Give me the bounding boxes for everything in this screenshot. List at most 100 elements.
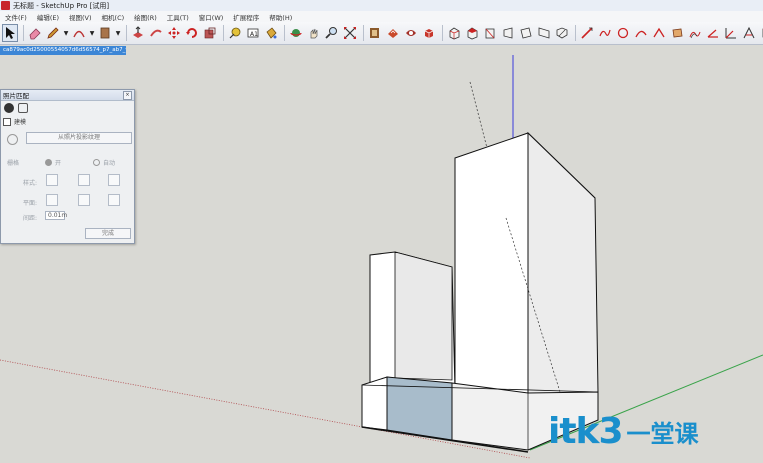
scene-tab[interactable]: ca879ac0d25000554057d6d56574_p7_ab7_ws47 <box>0 46 126 55</box>
right-view-icon <box>503 27 513 39</box>
svg-text:A1: A1 <box>250 31 258 38</box>
arc-icon <box>73 30 85 38</box>
zoom-icon <box>325 27 337 39</box>
menu-extensions[interactable]: 扩展程序 <box>228 12 264 22</box>
done-button[interactable]: 完成 <box>85 228 131 239</box>
dimension-tool-button[interactable] <box>759 24 763 42</box>
plane-2-icon[interactable] <box>78 194 90 206</box>
camera-guide-top <box>469 81 488 149</box>
model-checkbox-row[interactable]: 建模 <box>3 117 26 126</box>
menu-tools[interactable]: 工具(T) <box>162 12 194 22</box>
grid-on-radio[interactable]: 开 <box>45 158 61 167</box>
rectangle-tool-button[interactable] <box>97 24 113 42</box>
freehand-tool-button[interactable] <box>597 24 613 42</box>
menu-camera[interactable]: 相机(C) <box>97 12 130 22</box>
text-tool-button[interactable]: A1 <box>245 24 261 42</box>
grid-auto-radio[interactable]: 自动 <box>93 158 115 167</box>
arc-3pt-tool-button[interactable] <box>633 24 649 42</box>
line-tool-button[interactable] <box>579 24 595 42</box>
axes-tool-button[interactable] <box>723 24 739 42</box>
rotate-tool-button[interactable] <box>184 24 200 42</box>
view-bottom-button[interactable] <box>554 24 570 42</box>
watermark-cn: 一堂课 <box>626 420 699 448</box>
components-button[interactable] <box>367 24 383 42</box>
select-tool-button[interactable] <box>2 24 18 42</box>
materials-button[interactable] <box>385 24 401 42</box>
menu-draw[interactable]: 绘图(R) <box>129 12 162 22</box>
view-right-button[interactable] <box>500 24 516 42</box>
freehand-icon <box>599 29 611 37</box>
grid-style-1-icon[interactable] <box>46 174 58 186</box>
target-mode-icon[interactable] <box>4 103 14 113</box>
plane-1-icon[interactable] <box>46 194 58 206</box>
plane-label: 平面: <box>23 200 38 207</box>
paint-bucket-tool-button[interactable] <box>263 24 279 42</box>
orbit-icon <box>290 29 302 37</box>
radio-off-icon <box>93 159 100 166</box>
arc-tool-button[interactable] <box>71 24 87 42</box>
orbit-tool-button[interactable] <box>288 24 304 42</box>
model-checkbox[interactable] <box>3 117 11 126</box>
pencil-tool-button[interactable] <box>45 24 61 42</box>
spacing-input[interactable]: 0.01m <box>45 211 67 220</box>
box-view-button[interactable] <box>421 24 437 42</box>
toolbar-separator <box>284 25 285 41</box>
arc-3pt-icon <box>635 30 647 38</box>
text-icon: A1 <box>247 28 259 38</box>
zoom-extents-icon <box>344 27 356 39</box>
toolbar-separator <box>442 25 443 41</box>
project-texture-button[interactable]: 从照片投影纹理 <box>26 132 132 144</box>
view-back-button[interactable] <box>518 24 534 42</box>
front-view-icon <box>485 28 495 39</box>
view-top-button[interactable] <box>464 24 480 42</box>
zoom-extents-tool-button[interactable] <box>342 24 358 42</box>
rotate-icon <box>186 28 197 38</box>
view-front-button[interactable] <box>482 24 498 42</box>
offset-tool-button[interactable] <box>687 24 703 42</box>
grid-auto-label: 自动 <box>103 160 116 167</box>
view-iso-button[interactable] <box>446 24 462 42</box>
menu-help[interactable]: 帮助(H) <box>264 12 297 22</box>
grid-style-3-icon[interactable] <box>108 174 120 186</box>
styles-button[interactable] <box>403 24 419 42</box>
tape-measure-tool-button[interactable] <box>227 24 243 42</box>
pencil-dropdown-arrow[interactable]: ▼ <box>63 24 69 42</box>
tape-measure-icon <box>229 27 241 39</box>
menu-view[interactable]: 视图(V) <box>64 12 97 22</box>
eraser-tool-button[interactable] <box>27 24 43 42</box>
scale-icon <box>204 27 216 39</box>
tower-block-side <box>527 131 599 399</box>
view-left-button[interactable] <box>536 24 552 42</box>
push-pull-tool-button[interactable] <box>130 24 146 42</box>
grid-style-2-icon[interactable] <box>78 174 90 186</box>
move-tool-button[interactable] <box>166 24 182 42</box>
menu-file[interactable]: 文件(F) <box>0 12 32 22</box>
circle-tool-button[interactable] <box>615 24 631 42</box>
polygon-tool-button[interactable] <box>669 24 685 42</box>
menu-window[interactable]: 窗口(W) <box>194 12 229 22</box>
plane-3-icon[interactable] <box>108 194 120 206</box>
arc-dropdown-arrow[interactable]: ▼ <box>89 24 95 42</box>
panel-mode-icons <box>4 103 28 113</box>
section-plane-tool-button[interactable] <box>741 24 757 42</box>
line-icon <box>581 27 593 39</box>
scale-tool-button[interactable] <box>202 24 218 42</box>
settings-gear-icon[interactable] <box>18 103 28 113</box>
protractor-tool-button[interactable] <box>705 24 721 42</box>
crosshair-icon <box>7 134 18 145</box>
follow-me-tool-button[interactable] <box>148 24 164 42</box>
pan-tool-button[interactable] <box>306 24 322 42</box>
toolbar-separator <box>126 25 127 41</box>
follow-me-icon <box>150 29 162 37</box>
rectangle-dropdown-arrow[interactable]: ▼ <box>115 24 121 42</box>
pie-tool-button[interactable] <box>651 24 667 42</box>
menu-edit[interactable]: 编辑(E) <box>32 12 64 22</box>
zoom-tool-button[interactable] <box>324 24 340 42</box>
pie-icon <box>653 27 665 38</box>
bottom-view-icon <box>556 27 568 39</box>
iso-view-icon <box>449 27 460 40</box>
model-checkbox-label: 建模 <box>14 119 27 126</box>
low-block-side <box>394 251 453 381</box>
close-icon[interactable]: × <box>123 90 132 100</box>
protractor-icon <box>707 29 718 38</box>
